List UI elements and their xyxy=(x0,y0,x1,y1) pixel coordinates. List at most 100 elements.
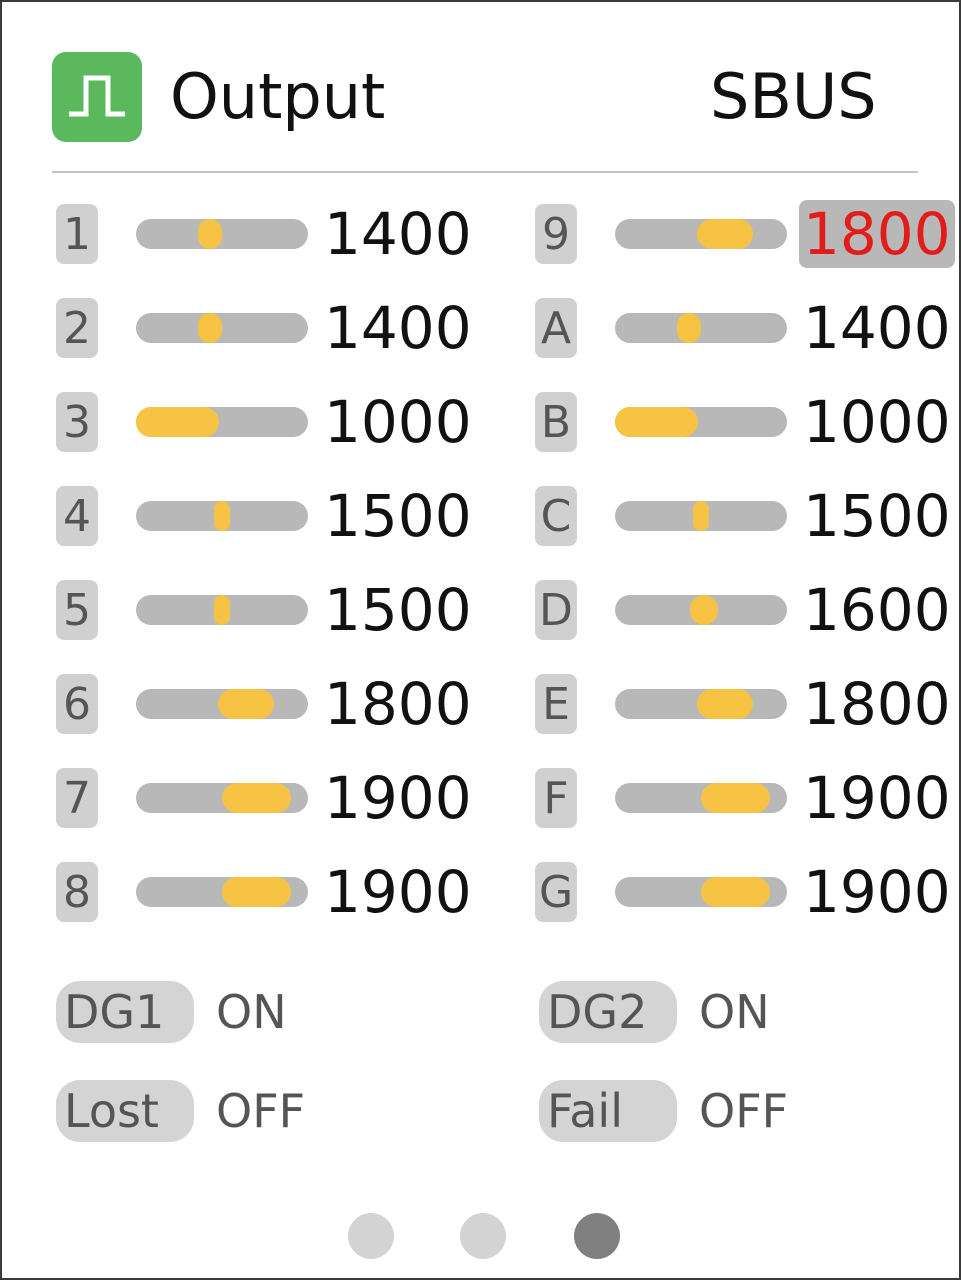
channel-label: 2 xyxy=(56,298,98,358)
channel-row[interactable]: 7 1900 xyxy=(56,764,472,832)
channel-slider[interactable] xyxy=(615,595,787,625)
page-dot-3[interactable] xyxy=(574,1213,620,1259)
channel-label: 8 xyxy=(56,862,98,922)
channel-row[interactable]: 4 1500 xyxy=(56,482,472,550)
channel-row[interactable]: 8 1900 xyxy=(56,858,472,926)
channel-label: C xyxy=(535,486,577,546)
header-divider xyxy=(52,171,918,173)
channel-slider-thumb[interactable] xyxy=(615,407,698,437)
channel-slider-thumb[interactable] xyxy=(697,219,753,249)
channel-label: F xyxy=(535,768,577,828)
flag-fail[interactable]: Fail OFF xyxy=(539,1080,839,1142)
channel-value: 1900 xyxy=(324,764,472,832)
channel-value: 1400 xyxy=(324,200,472,268)
channel-slider[interactable] xyxy=(136,407,308,437)
channel-slider-thumb[interactable] xyxy=(221,783,291,813)
channel-value: 1500 xyxy=(803,482,951,550)
channel-label: 3 xyxy=(56,392,98,452)
channel-label: A xyxy=(535,298,577,358)
flag-dg2[interactable]: DG2 ON xyxy=(539,981,839,1043)
channel-slider[interactable] xyxy=(136,689,308,719)
page-indicator xyxy=(2,1213,961,1259)
channel-slider-thumb[interactable] xyxy=(221,877,291,907)
page-dot-1[interactable] xyxy=(348,1213,394,1259)
flag-fail-label: Fail xyxy=(539,1080,677,1142)
channel-label: 6 xyxy=(56,674,98,734)
channel-value: 1900 xyxy=(803,858,951,926)
channel-value: 1000 xyxy=(803,388,951,456)
channel-value: 1500 xyxy=(324,482,472,550)
channel-label: 1 xyxy=(56,204,98,264)
channel-slider[interactable] xyxy=(615,783,787,813)
channel-slider-thumb[interactable] xyxy=(214,501,230,531)
flag-dg2-label: DG2 xyxy=(539,981,677,1043)
channel-slider[interactable] xyxy=(615,313,787,343)
channel-label: 5 xyxy=(56,580,98,640)
output-screen: Output SBUS 1 1400 2 1400 3 1000 4 1500 5 1500 6 18… xyxy=(0,0,961,1280)
channel-row[interactable]: 1 1400 xyxy=(56,200,472,268)
channel-row[interactable]: 5 1500 xyxy=(56,576,472,644)
channel-slider-thumb[interactable] xyxy=(700,877,770,907)
channel-slider[interactable] xyxy=(136,783,308,813)
channel-label: 4 xyxy=(56,486,98,546)
channel-value: 1900 xyxy=(803,764,951,832)
channel-slider-thumb[interactable] xyxy=(697,689,753,719)
channel-slider[interactable] xyxy=(136,219,308,249)
channel-label: E xyxy=(535,674,577,734)
channel-row[interactable]: 3 1000 xyxy=(56,388,472,456)
channel-slider[interactable] xyxy=(136,595,308,625)
channel-slider[interactable] xyxy=(136,313,308,343)
channel-value: 1400 xyxy=(324,294,472,362)
channel-row[interactable]: B 1000 xyxy=(535,388,951,456)
flag-lost[interactable]: Lost OFF xyxy=(56,1080,356,1142)
channel-row[interactable]: 6 1800 xyxy=(56,670,472,738)
channel-value: 1400 xyxy=(803,294,951,362)
flag-dg1-label: DG1 xyxy=(56,981,194,1043)
channel-value: 1800 xyxy=(324,670,472,738)
channel-slider[interactable] xyxy=(615,407,787,437)
channel-row[interactable]: F 1900 xyxy=(535,764,951,832)
channel-row[interactable]: 9 1800 xyxy=(535,200,955,268)
channel-slider-thumb[interactable] xyxy=(214,595,230,625)
channel-value: 1800 xyxy=(799,200,955,268)
channel-slider-thumb[interactable] xyxy=(693,501,709,531)
channel-value: 1500 xyxy=(324,576,472,644)
channel-value: 1800 xyxy=(803,670,951,738)
channel-row[interactable]: 2 1400 xyxy=(56,294,472,362)
flag-lost-label: Lost xyxy=(56,1080,194,1142)
channel-label: 9 xyxy=(535,204,577,264)
flag-dg2-value: ON xyxy=(699,985,770,1039)
channel-slider[interactable] xyxy=(136,877,308,907)
channel-slider[interactable] xyxy=(615,219,787,249)
channel-slider-thumb[interactable] xyxy=(198,313,222,343)
channel-slider[interactable] xyxy=(136,501,308,531)
channel-label: 7 xyxy=(56,768,98,828)
flag-dg1-value: ON xyxy=(216,985,287,1039)
channel-row[interactable]: E 1800 xyxy=(535,670,951,738)
channel-slider-thumb[interactable] xyxy=(198,219,222,249)
channel-slider-thumb[interactable] xyxy=(218,689,274,719)
flag-lost-value: OFF xyxy=(216,1084,306,1138)
channel-slider-thumb[interactable] xyxy=(136,407,219,437)
channel-label: D xyxy=(535,580,577,640)
channel-slider[interactable] xyxy=(615,877,787,907)
channel-row[interactable]: D 1600 xyxy=(535,576,951,644)
channel-slider-thumb[interactable] xyxy=(690,595,719,625)
flag-dg1[interactable]: DG1 ON xyxy=(56,981,356,1043)
flag-fail-value: OFF xyxy=(699,1084,789,1138)
page-dot-2[interactable] xyxy=(460,1213,506,1259)
channel-slider[interactable] xyxy=(615,501,787,531)
channel-label: B xyxy=(535,392,577,452)
channel-row[interactable]: G 1900 xyxy=(535,858,951,926)
protocol-label: SBUS xyxy=(710,60,877,133)
channel-slider-thumb[interactable] xyxy=(700,783,770,813)
channel-slider[interactable] xyxy=(615,689,787,719)
channel-value: 1600 xyxy=(803,576,951,644)
channel-slider-thumb[interactable] xyxy=(677,313,701,343)
channel-value: 1900 xyxy=(324,858,472,926)
pulse-signal-icon xyxy=(52,52,142,142)
channel-value: 1000 xyxy=(324,388,472,456)
channel-row[interactable]: C 1500 xyxy=(535,482,951,550)
channel-row[interactable]: A 1400 xyxy=(535,294,951,362)
channel-label: G xyxy=(535,862,577,922)
